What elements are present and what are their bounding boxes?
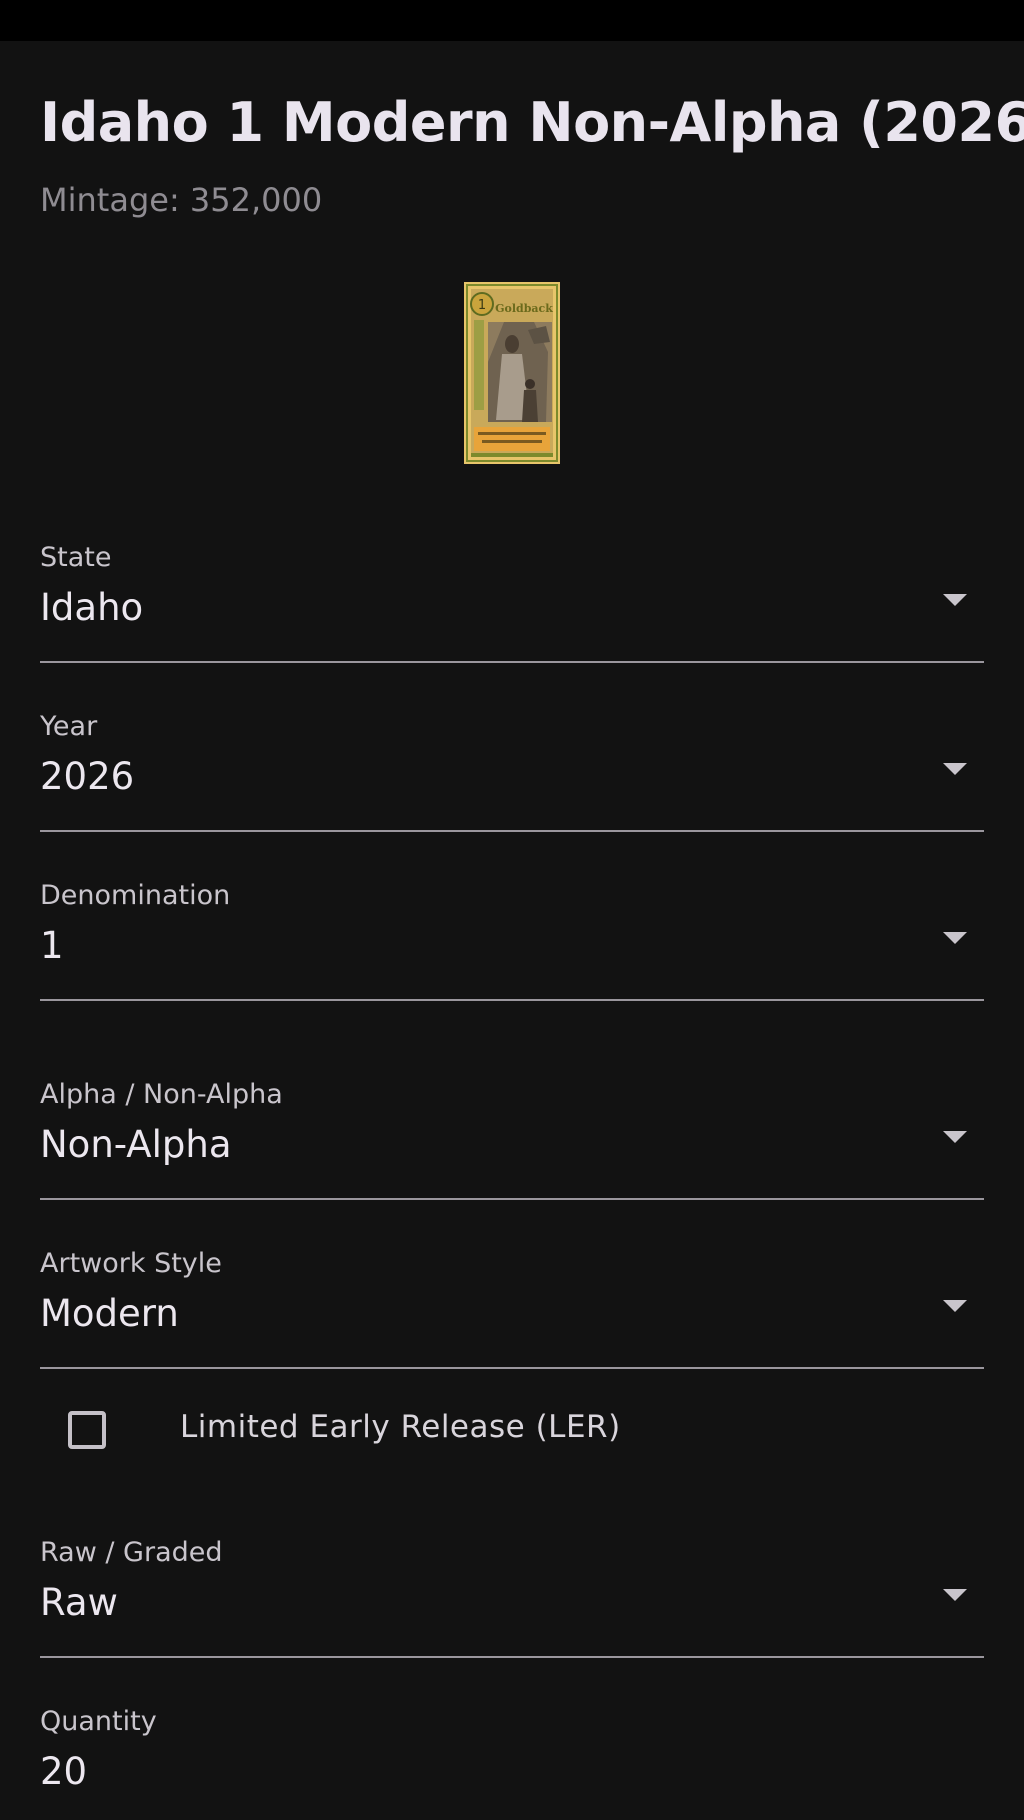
raw-graded-label: Raw / Graded: [40, 1537, 223, 1568]
ler-checkbox-row[interactable]: Limited Early Release (LER): [40, 1403, 984, 1483]
goldback-detail-page: Idaho 1 Modern Non-Alpha (2026) Mintage:…: [0, 41, 1024, 1820]
alpha-underline: [40, 1198, 984, 1200]
state-label: State: [40, 542, 112, 573]
raw-graded-underline: [40, 1656, 984, 1658]
page-title: Idaho 1 Modern Non-Alpha (2026): [40, 91, 1024, 154]
denomination-label: Denomination: [40, 880, 231, 911]
year-underline: [40, 830, 984, 832]
artwork-style-dropdown[interactable]: Artwork Style Modern: [40, 1248, 984, 1369]
arrow-drop-down-icon: [943, 932, 967, 944]
state-underline: [40, 661, 984, 663]
alpha-value: Non-Alpha: [40, 1123, 232, 1166]
state-value: Idaho: [40, 586, 144, 629]
note-logo-text: Goldback: [495, 302, 553, 315]
quantity-label: Quantity: [40, 1706, 157, 1737]
status-bar: [0, 0, 1024, 41]
artwork-style-value: Modern: [40, 1292, 179, 1335]
artwork-style-underline: [40, 1367, 984, 1369]
raw-graded-value: Raw: [40, 1581, 118, 1624]
year-value: 2026: [40, 755, 135, 798]
year-label: Year: [40, 711, 98, 742]
year-dropdown[interactable]: Year 2026: [40, 711, 984, 832]
alpha-dropdown[interactable]: Alpha / Non-Alpha Non-Alpha: [40, 1079, 984, 1200]
arrow-drop-down-icon: [943, 1300, 967, 1312]
denomination-underline: [40, 999, 984, 1001]
artwork-style-label: Artwork Style: [40, 1248, 222, 1279]
arrow-drop-down-icon: [943, 1131, 967, 1143]
state-dropdown[interactable]: State Idaho: [40, 542, 984, 663]
svg-text:1: 1: [478, 298, 486, 313]
goldback-note-image[interactable]: 1 Goldback: [464, 282, 560, 464]
alpha-label: Alpha / Non-Alpha: [40, 1079, 283, 1110]
mintage-text: Mintage: 352,000: [40, 181, 323, 219]
denomination-dropdown[interactable]: Denomination 1: [40, 880, 984, 1001]
quantity-value[interactable]: 20: [40, 1750, 87, 1793]
denomination-value: 1: [40, 924, 64, 967]
raw-graded-dropdown[interactable]: Raw / Graded Raw: [40, 1537, 984, 1658]
arrow-drop-down-icon: [943, 763, 967, 775]
arrow-drop-down-icon: [943, 594, 967, 606]
quantity-field[interactable]: Quantity 20: [40, 1706, 984, 1806]
ler-checkbox-label: Limited Early Release (LER): [180, 1409, 621, 1445]
checkbox-unchecked-icon[interactable]: [68, 1411, 106, 1449]
arrow-drop-down-icon: [943, 1589, 967, 1601]
